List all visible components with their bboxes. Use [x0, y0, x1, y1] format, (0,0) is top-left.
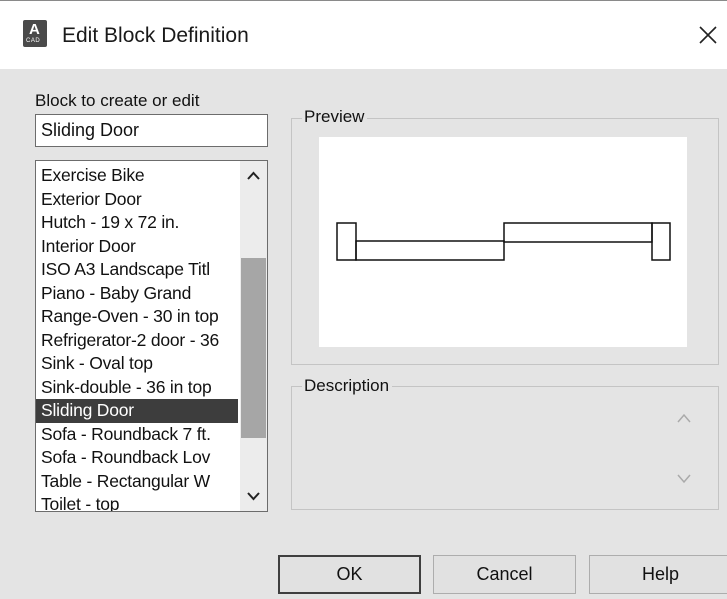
close-icon	[699, 26, 717, 44]
preview-label: Preview	[302, 107, 368, 127]
help-button[interactable]: Help	[589, 555, 727, 594]
block-name-label: Block to create or edit	[35, 91, 200, 110]
close-button[interactable]	[694, 21, 722, 49]
sliding-door-drawing	[336, 222, 671, 261]
list-item[interactable]: Sofa - Roundback 7 ft.	[36, 423, 238, 447]
description-label: Description	[302, 376, 393, 396]
block-name-input[interactable]	[35, 114, 268, 147]
list-item[interactable]: Exterior Door	[36, 188, 238, 212]
list-item[interactable]: Sink-double - 36 in top	[36, 376, 238, 400]
list-item[interactable]: Refrigerator-2 door - 36	[36, 329, 238, 353]
chevron-up-icon	[677, 413, 691, 423]
block-list[interactable]: Exercise Bike Exterior Door Hutch - 19 x 7…	[35, 160, 268, 512]
scroll-down-button[interactable]	[240, 483, 267, 511]
list-item[interactable]: Piano - Baby Grand	[36, 282, 238, 306]
block-list-items: Exercise Bike Exterior Door Hutch - 19 x 7…	[36, 164, 238, 511]
list-item[interactable]: Table - Rectangular W	[36, 470, 238, 494]
chevron-down-icon	[247, 492, 260, 501]
dialog-title: Edit Block Definition	[62, 24, 249, 47]
cancel-button[interactable]: Cancel	[433, 555, 576, 594]
list-item[interactable]: Sofa - Roundback Lov	[36, 446, 238, 470]
list-item[interactable]: Interior Door	[36, 235, 238, 259]
list-item[interactable]: Sliding Door	[36, 399, 238, 423]
list-item[interactable]: Hutch - 19 x 72 in.	[36, 211, 238, 235]
block-list-scrollbar[interactable]	[240, 161, 267, 511]
title-bar: A CAD Edit Block Definition	[0, 0, 727, 69]
block-preview	[319, 137, 687, 347]
description-scroll-up[interactable]	[676, 408, 692, 429]
description-text[interactable]	[300, 400, 660, 500]
chevron-down-icon	[677, 474, 691, 484]
scroll-up-button[interactable]	[240, 161, 267, 189]
description-scroll-down[interactable]	[676, 469, 692, 490]
list-item[interactable]: Range-Oven - 30 in top	[36, 305, 238, 329]
chevron-up-icon	[247, 171, 260, 180]
list-item[interactable]: ISO A3 Landscape Titl	[36, 258, 238, 282]
list-item[interactable]: Sink - Oval top	[36, 352, 238, 376]
edit-block-definition-dialog: A CAD Edit Block Definition Block to cre…	[0, 0, 727, 599]
list-item[interactable]: Toilet - top	[36, 493, 238, 511]
list-item[interactable]: Exercise Bike	[36, 164, 238, 188]
ok-button[interactable]: OK	[278, 555, 421, 594]
scroll-thumb[interactable]	[241, 258, 266, 438]
autocad-icon: A CAD	[23, 20, 47, 47]
